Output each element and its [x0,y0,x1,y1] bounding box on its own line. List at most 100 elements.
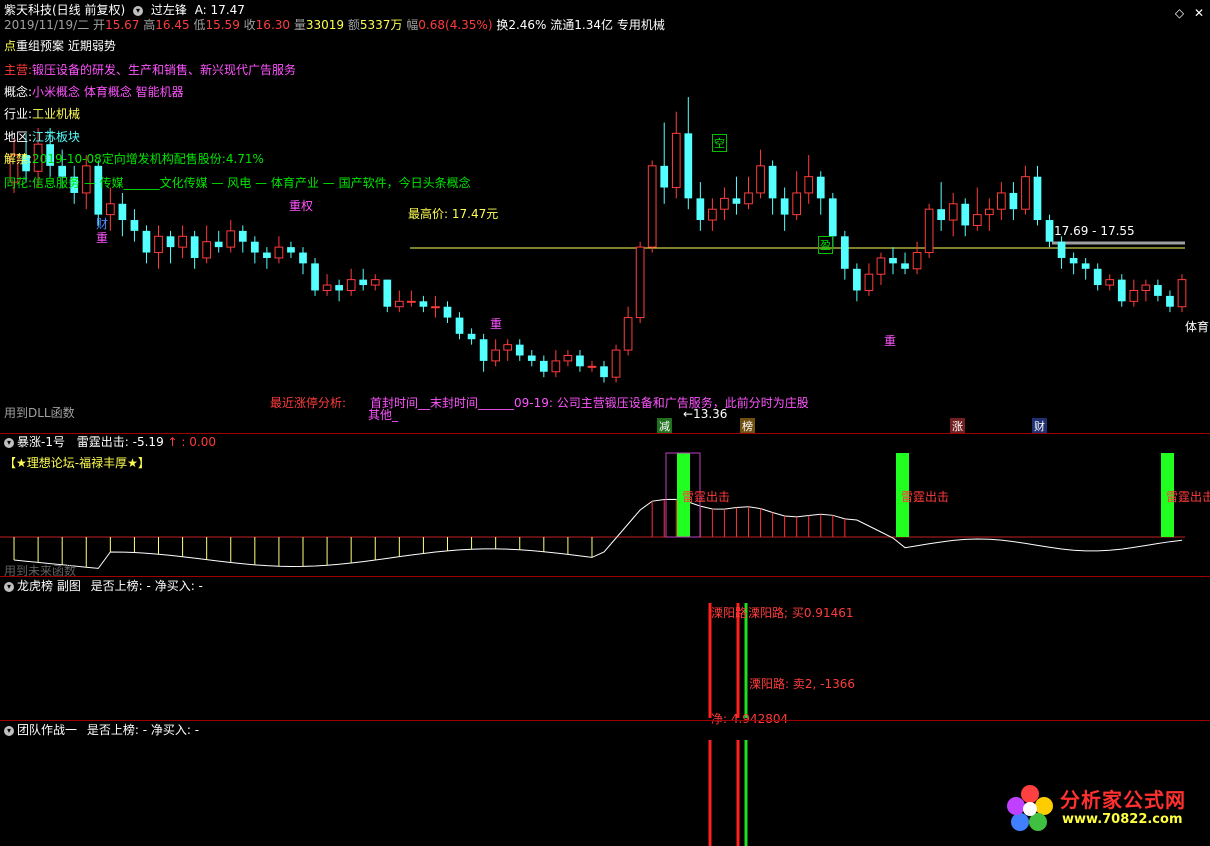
candle-body[interactable] [961,203,970,226]
candle-body[interactable] [130,220,139,231]
candle-body[interactable] [1177,279,1187,308]
candle-body[interactable] [768,165,777,199]
candle-body[interactable] [515,344,524,356]
candle-body[interactable] [287,247,295,253]
candle-body[interactable] [250,241,259,253]
candle-body[interactable] [202,241,212,259]
candle-body[interactable] [118,203,127,221]
candle-body[interactable] [635,246,645,319]
candle-body[interactable] [587,365,597,368]
panel2-name[interactable]: 暴涨-1号 [17,435,65,449]
candle-body[interactable] [527,355,536,361]
candle-body[interactable] [1021,176,1030,210]
candle-body[interactable] [1069,257,1078,264]
candle-body[interactable] [226,230,236,248]
panel3-dropdown-icon[interactable]: ▾ [4,581,14,592]
separator-1[interactable] [0,433,1210,434]
candle-body[interactable] [732,198,741,204]
candle-body[interactable] [792,192,802,216]
candle-body[interactable] [901,263,909,269]
candle-body[interactable] [455,317,464,334]
candle-body[interactable] [311,263,319,291]
panel2-dropdown-icon[interactable]: ▾ [4,437,14,448]
panel4-name[interactable]: 团队作战一 [17,723,77,737]
candle-body[interactable] [1141,284,1151,291]
candle-body[interactable] [178,235,187,248]
candle-body[interactable] [804,176,814,194]
candle-body[interactable] [443,306,452,318]
candle-body[interactable] [1033,176,1042,221]
candle-body[interactable] [394,300,404,308]
candle-body[interactable] [431,306,440,309]
event-zhang[interactable]: 涨 [950,418,965,434]
candle-body[interactable] [671,132,681,189]
candle-body[interactable] [816,176,825,199]
candle-body[interactable] [166,236,175,248]
candle-body[interactable] [611,349,621,378]
candle-body[interactable] [467,333,476,340]
candle-body[interactable] [623,317,633,351]
candle-body[interactable] [322,284,332,291]
panel3-name[interactable]: 龙虎榜 副图 [17,579,81,593]
candle-body[interactable] [780,198,789,215]
candle-body[interactable] [756,165,765,194]
separator-2[interactable] [0,576,1210,577]
candle-body[interactable] [1166,295,1174,307]
candle-body[interactable] [696,198,705,221]
candle-body[interactable] [997,192,1006,210]
candle-body[interactable] [600,366,608,378]
candle-body[interactable] [684,133,693,199]
event-cai[interactable]: 财 [1032,418,1047,434]
separator-3[interactable] [0,720,1210,721]
candle-body[interactable] [1129,289,1139,302]
candle-body[interactable] [359,279,368,286]
candle-body[interactable] [238,230,247,242]
candle-body[interactable] [503,344,513,351]
candle-body[interactable] [972,214,982,226]
candle-body[interactable] [576,355,584,367]
candle-body[interactable] [563,354,573,362]
candle-body[interactable] [105,203,115,216]
candle-body[interactable] [142,230,151,253]
candle-body[interactable] [853,268,861,291]
candle-body[interactable] [720,197,729,210]
candle-body[interactable] [840,236,849,269]
candle-body[interactable] [190,236,199,258]
candle-body[interactable] [274,246,284,259]
candle-body[interactable] [647,165,657,248]
candle-body[interactable] [383,279,392,307]
candle-body[interactable] [1045,220,1054,242]
candle-body[interactable] [1117,279,1126,302]
candle-body[interactable] [984,208,994,216]
candle-body[interactable] [1093,268,1102,286]
candle-body[interactable] [924,208,934,254]
candle-body[interactable] [744,192,753,205]
candle-body[interactable] [937,209,946,221]
candle-body[interactable] [346,279,356,291]
candle-body[interactable] [1105,279,1115,286]
candle-body[interactable] [876,257,886,275]
candle-body[interactable] [479,339,488,361]
candle-body[interactable] [335,285,343,291]
candle-body[interactable] [1154,285,1162,296]
candle-body[interactable] [551,360,561,373]
candle-body[interactable] [1081,263,1090,269]
candle-body[interactable] [708,208,717,221]
candle-body[interactable] [154,235,163,254]
candle-body[interactable] [370,279,380,286]
candle-body[interactable] [407,300,416,303]
candle-body[interactable] [539,360,548,372]
candle-body[interactable] [948,203,958,221]
candle-body[interactable] [419,301,428,307]
candle-body[interactable] [1057,241,1066,258]
candle-body[interactable] [889,257,897,264]
candle-body[interactable] [299,252,307,264]
candle-body[interactable] [214,241,223,248]
candle-body[interactable] [912,252,922,270]
candle-body[interactable] [864,273,874,291]
candle-body[interactable] [1009,192,1018,210]
panel4-dropdown-icon[interactable]: ▾ [4,725,14,736]
event-jian[interactable]: 减 [657,418,672,434]
candle-body[interactable] [491,349,501,362]
candle-body[interactable] [263,252,271,258]
